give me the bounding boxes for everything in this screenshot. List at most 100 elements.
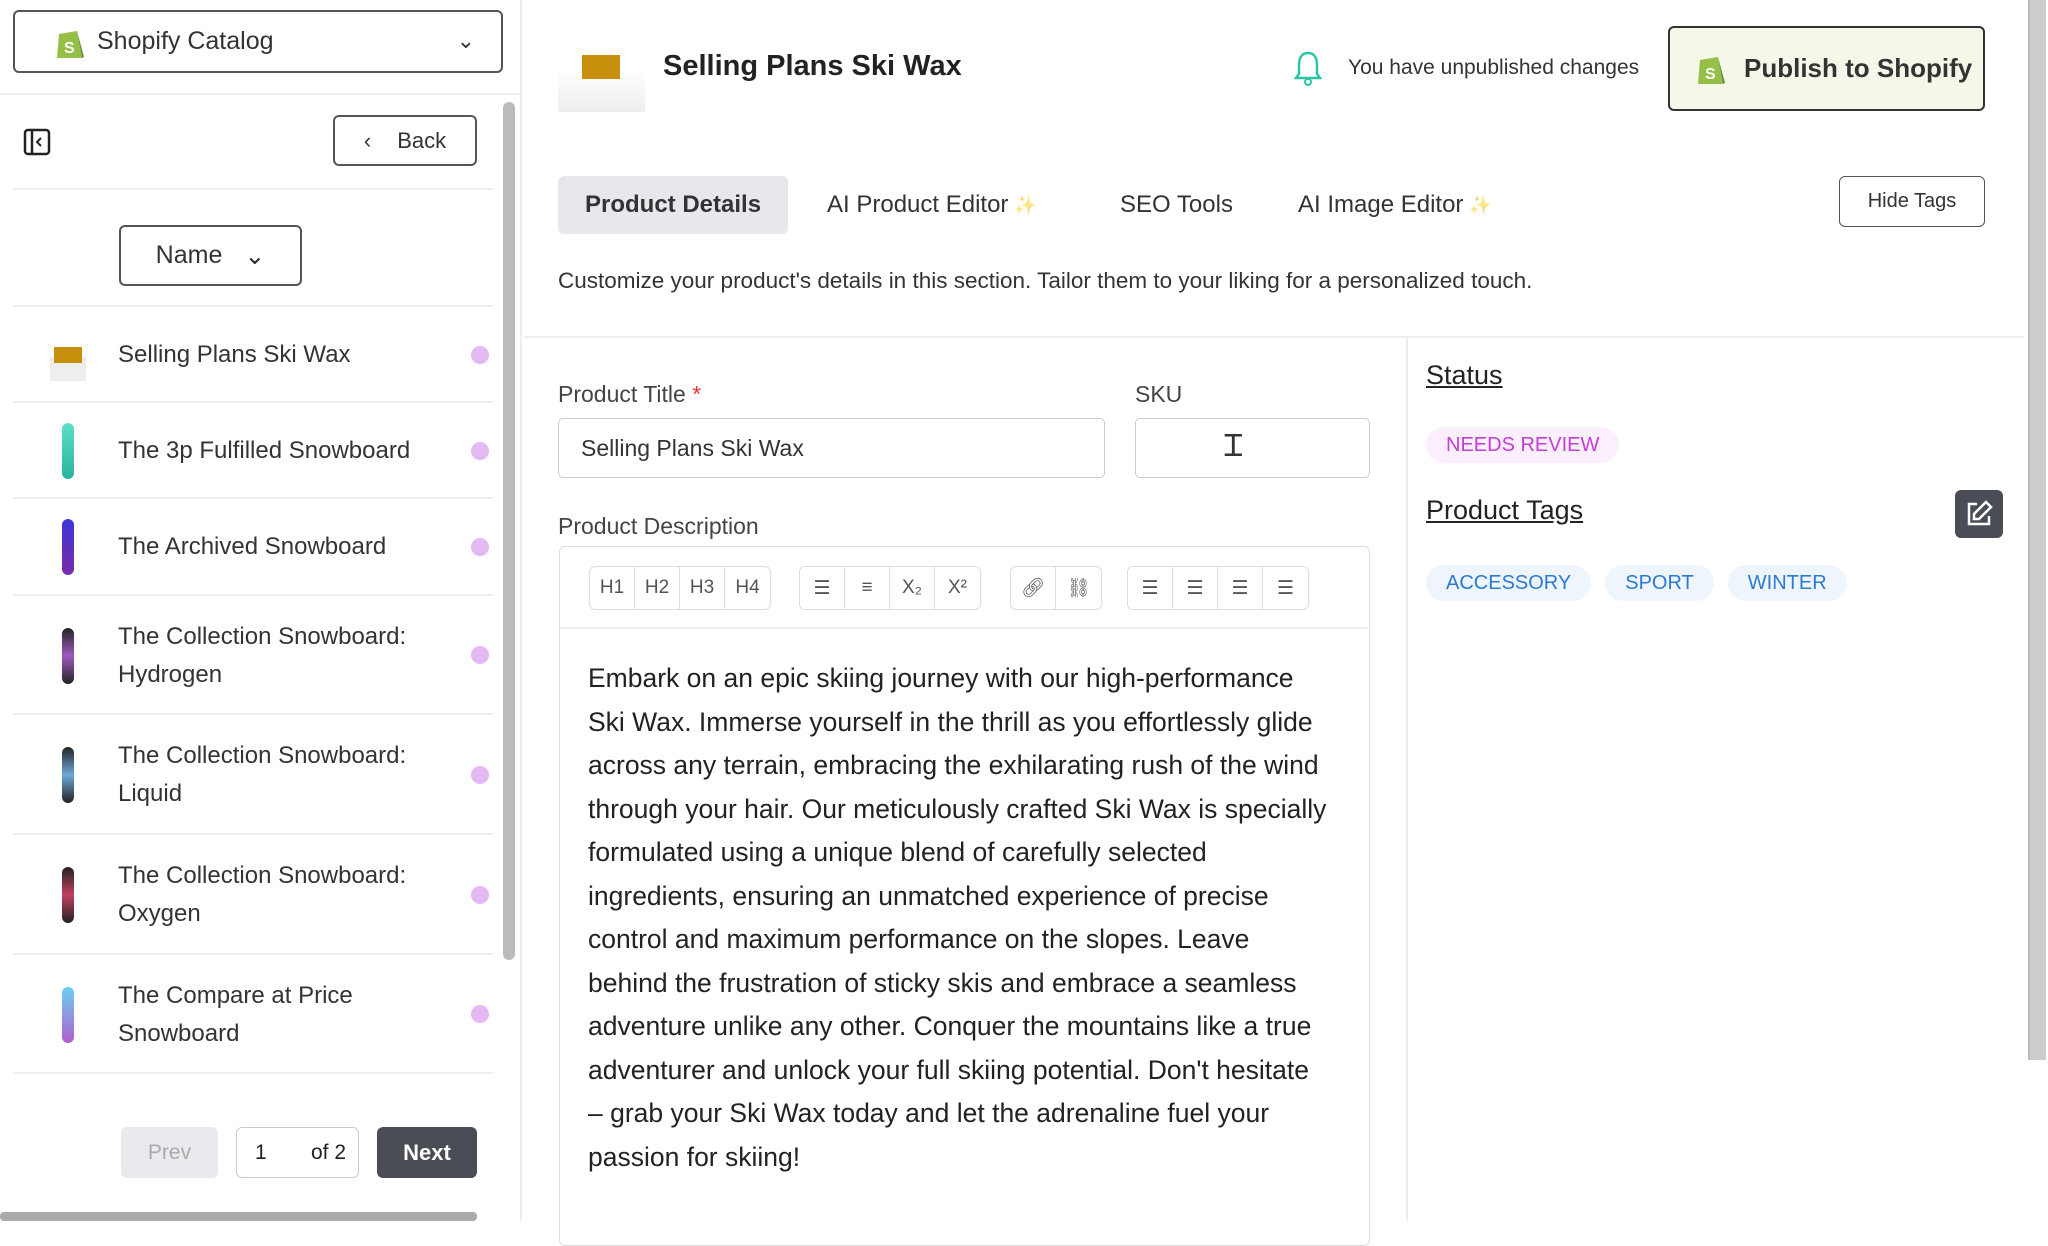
product-thumbnail <box>45 985 91 1045</box>
back-label: Back <box>397 127 447 153</box>
list-toolbar: ☰ ≡ X₂ X² <box>799 566 981 610</box>
page-scrollbar[interactable] <box>2028 0 2046 1060</box>
list-item[interactable]: The Compare at Price Snowboard <box>13 955 493 1074</box>
sidebar: S Shopify Catalog ⌄ ‹ Back Name ⌄ Sellin… <box>0 0 522 1221</box>
product-thumbnail <box>45 745 91 805</box>
item-name: The Collection Snowboard: Liquid <box>118 742 407 807</box>
tab-ai-image-editor[interactable]: AI Image Editor ✨ <box>1271 176 1519 234</box>
item-name: The Archived Snowboard <box>118 533 387 560</box>
chevron-left-icon: ‹ <box>363 127 372 153</box>
status-dot <box>471 1005 489 1023</box>
page-title: Selling Plans Ski Wax <box>663 50 962 82</box>
product-title-label: Product Title * <box>558 381 702 407</box>
sparkle-icon: ✨ <box>1014 194 1037 215</box>
catalog-selector[interactable]: S Shopify Catalog ⌄ <box>13 10 503 73</box>
status-badge: NEEDS REVIEW <box>1426 427 1620 463</box>
bullet-list-icon[interactable]: ☰ <box>800 567 845 609</box>
page-input[interactable]: 1 of 2 <box>236 1127 359 1178</box>
tab-label: Product Details <box>585 191 762 218</box>
product-title-input[interactable] <box>558 418 1105 478</box>
product-image <box>558 39 645 112</box>
tag-accessory[interactable]: ACCESSORY <box>1426 565 1592 601</box>
status-heading: Status <box>1426 360 1503 390</box>
horizontal-scrollbar[interactable] <box>0 1212 477 1221</box>
item-name: Selling Plans Ski Wax <box>118 341 351 368</box>
align-left-icon[interactable]: ☰ <box>1128 567 1173 609</box>
sort-label: Name <box>155 241 223 269</box>
catalog-label: Shopify Catalog <box>97 27 274 55</box>
product-thumbnail <box>45 626 91 686</box>
tab-seo-tools[interactable]: SEO Tools <box>1093 176 1260 234</box>
link-icon[interactable]: 🔗︎ <box>1011 567 1056 609</box>
tab-product-details[interactable]: Product Details <box>558 176 789 234</box>
next-button[interactable]: Next <box>377 1127 477 1178</box>
status-dot <box>471 538 489 556</box>
shopify-logo-icon: S <box>57 31 84 58</box>
list-item[interactable]: Selling Plans Ski Wax <box>13 307 493 403</box>
prev-button[interactable]: Prev <box>121 1127 218 1178</box>
intro-text: Customize your product's details in this… <box>558 268 1533 293</box>
tag-sport[interactable]: SPORT <box>1605 565 1714 601</box>
align-center-icon[interactable]: ☰ <box>1173 567 1218 609</box>
list-item[interactable]: The 3p Fulfilled Snowboard <box>13 403 493 499</box>
svg-text:S: S <box>1705 66 1716 83</box>
align-right-icon[interactable]: ☰ <box>1263 567 1308 609</box>
heading-toolbar: H1 H2 H3 H4 <box>589 566 771 610</box>
status-dot <box>471 646 489 664</box>
sku-input[interactable] <box>1135 418 1370 478</box>
sparkle-icon: ✨ <box>1469 194 1492 215</box>
superscript-icon[interactable]: X² <box>935 567 980 609</box>
list-item[interactable]: The Archived Snowboard <box>13 499 493 596</box>
chevron-down-icon: ⌄ <box>456 28 475 53</box>
list-item[interactable]: The Collection Snowboard: Hydrogen <box>13 596 493 715</box>
page-number: 1 <box>255 1140 267 1164</box>
description-text[interactable]: Embark on an epic skiing journey with ou… <box>588 657 1330 1179</box>
shopify-logo-icon: S <box>1698 56 1725 84</box>
sku-label: SKU <box>1135 381 1183 407</box>
hide-tags-button[interactable]: Hide Tags <box>1839 176 1985 227</box>
link-toolbar: 🔗︎ ⛓︎ <box>1010 566 1102 610</box>
item-name: The Collection Snowboard: Hydrogen <box>118 623 407 688</box>
back-button[interactable]: ‹ Back <box>333 115 477 166</box>
item-name: The 3p Fulfilled Snowboard <box>118 437 411 464</box>
unpublished-notice: You have unpublished changes <box>1348 56 1640 79</box>
edit-tags-button[interactable] <box>1955 490 2003 538</box>
item-name: The Compare at Price Snowboard <box>118 982 353 1047</box>
h1-button[interactable]: H1 <box>590 567 635 609</box>
tab-label: AI Image Editor <box>1298 191 1464 218</box>
tag-winter[interactable]: WINTER <box>1727 565 1847 601</box>
chevron-down-icon: ⌄ <box>244 241 266 270</box>
item-name: The Collection Snowboard: Oxygen <box>118 862 407 927</box>
tab-ai-product-editor[interactable]: AI Product Editor ✨ <box>800 176 1064 234</box>
tab-label: SEO Tools <box>1120 191 1233 218</box>
align-toolbar: ☰ ☰ ☰ ☰ <box>1127 566 1309 610</box>
h3-button[interactable]: H3 <box>680 567 725 609</box>
status-dot <box>471 766 489 784</box>
h2-button[interactable]: H2 <box>635 567 680 609</box>
svg-text:S: S <box>64 40 75 57</box>
edit-icon <box>1967 500 1993 526</box>
list-item[interactable]: The Collection Snowboard: Oxygen <box>13 835 493 955</box>
page-total: of 2 <box>310 1140 346 1164</box>
subscript-icon[interactable]: X₂ <box>890 567 935 609</box>
list-item[interactable]: The Collection Snowboard: Liquid <box>13 715 493 835</box>
product-tags-heading: Product Tags <box>1426 495 1584 525</box>
numbered-list-icon[interactable]: ≡ <box>845 567 890 609</box>
collapse-sidebar-icon[interactable] <box>22 127 52 157</box>
product-thumbnail <box>45 421 91 481</box>
tab-label: AI Product Editor <box>827 191 1009 218</box>
publish-button[interactable]: S Publish to Shopify <box>1668 26 1985 111</box>
publish-label: Publish to Shopify <box>1744 53 1973 83</box>
h4-button[interactable]: H4 <box>725 567 770 609</box>
status-dot <box>471 442 489 460</box>
unlink-icon[interactable]: ⛓︎ <box>1056 567 1101 609</box>
status-dot <box>471 346 489 364</box>
text-cursor-icon: Ꮖ <box>1224 430 1244 463</box>
required-mark: * <box>692 381 702 407</box>
product-thumbnail <box>45 325 91 385</box>
status-dot <box>471 886 489 904</box>
product-thumbnail <box>45 865 91 925</box>
sort-dropdown[interactable]: Name ⌄ <box>119 225 302 286</box>
align-justify-icon[interactable]: ☰ <box>1218 567 1263 609</box>
sidebar-scrollbar[interactable] <box>503 102 515 960</box>
